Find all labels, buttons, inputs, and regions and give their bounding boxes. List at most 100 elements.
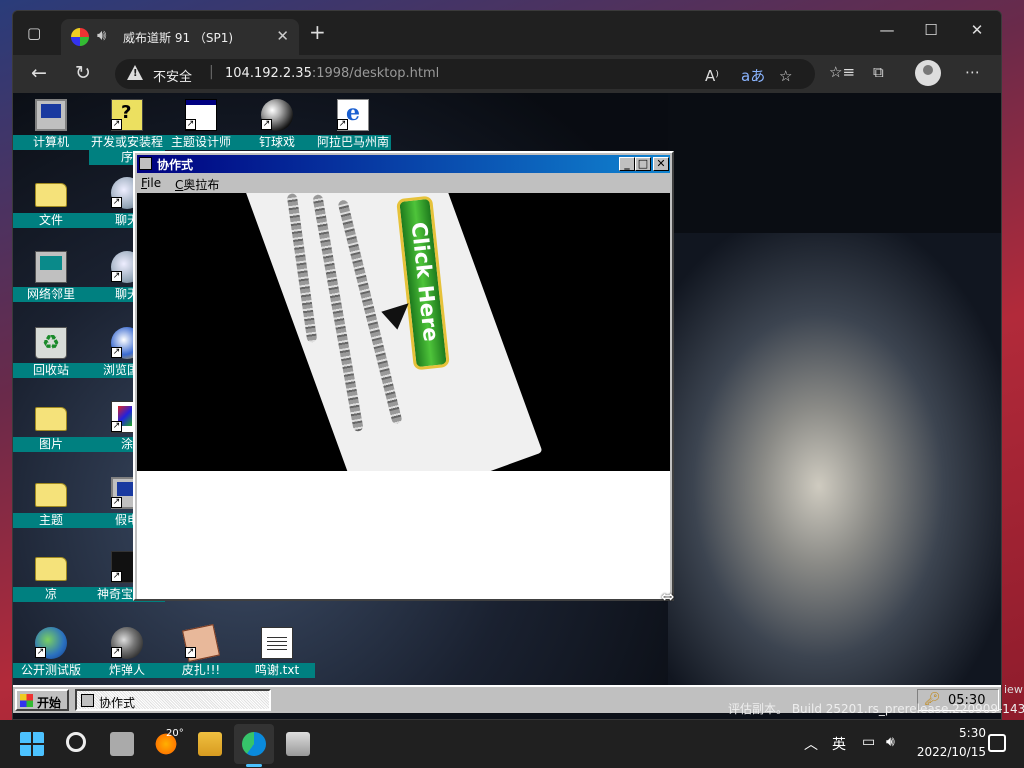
url-text[interactable]: 104.192.2.35:1998/desktop.html bbox=[225, 66, 439, 81]
icon-label: 皮扎!!! bbox=[163, 663, 239, 678]
shortcut-arrow-icon: ↗ bbox=[111, 421, 122, 432]
start-label: 开始 bbox=[37, 696, 62, 710]
back-icon[interactable]: ← bbox=[31, 63, 47, 83]
recycle-bin-icon bbox=[35, 327, 67, 359]
security-label[interactable]: 不安全 bbox=[153, 66, 192, 85]
active-indicator bbox=[246, 764, 262, 767]
folder-icon bbox=[35, 407, 67, 431]
window-content[interactable]: Click Here bbox=[137, 193, 670, 599]
folder-icon bbox=[35, 557, 67, 581]
weather-temp: 20° bbox=[166, 728, 184, 739]
volume-icon[interactable]: 🔊︎ bbox=[886, 734, 895, 750]
folder-icon bbox=[35, 483, 67, 507]
new-tab-icon[interactable]: + bbox=[309, 22, 326, 42]
wallpaper bbox=[668, 93, 1001, 253]
icon-label: 鸣谢.txt bbox=[239, 663, 315, 678]
speaker-icon[interactable]: 🔊︎ bbox=[97, 26, 106, 44]
system-date[interactable]: 2022/10/15 bbox=[912, 745, 986, 759]
tab-actions-icon[interactable]: ▢ bbox=[27, 25, 45, 41]
icon-label: 主题 bbox=[13, 513, 89, 528]
address-bar[interactable]: 不安全 | 104.192.2.35:1998/desktop.html A⁾ … bbox=[115, 59, 815, 89]
text-file-icon bbox=[261, 627, 293, 659]
chevron-up-icon[interactable]: ︿ bbox=[804, 734, 818, 754]
icon-label: 阿拉巴马州南 bbox=[315, 135, 391, 150]
profile-avatar[interactable] bbox=[915, 60, 941, 86]
shortcut-arrow-icon: ↗ bbox=[111, 197, 122, 208]
translate-icon[interactable]: aあ bbox=[741, 67, 765, 85]
watermark-line-2: 评估副本。 Build 25201.rs_prerelease.220909-1… bbox=[728, 702, 1024, 716]
minimize-icon[interactable]: _ bbox=[619, 157, 635, 171]
favorites-icon[interactable]: ☆≡ bbox=[829, 63, 855, 81]
close-window-icon[interactable]: ✕ bbox=[967, 21, 987, 39]
menu-file[interactable]: File bbox=[141, 176, 161, 190]
search-icon[interactable] bbox=[66, 732, 86, 752]
desktop-icon-cool[interactable]: 凉 bbox=[13, 551, 89, 623]
more-icon[interactable]: ⋯ bbox=[965, 63, 980, 81]
tab-bar: ▢ 🔊︎ 威布道斯 91 （SP1) ✕ + — ☐ ✕ bbox=[13, 11, 1001, 55]
window-app-icon bbox=[139, 157, 152, 170]
notification-icon[interactable] bbox=[988, 734, 1006, 752]
desktop-icon-themes[interactable]: 主题 bbox=[13, 477, 89, 549]
taskbar-item-label: 协作式 bbox=[99, 696, 136, 710]
emulated-desktop: 计算机 ↗ 开发或安装程序 ↗ 主题设计师 ↗ 钉球戏 ↗ 阿拉巴马州南 文件 bbox=[13, 93, 1001, 719]
url-path: :1998/desktop.html bbox=[311, 66, 440, 81]
maximize-icon[interactable]: ☐ bbox=[921, 21, 941, 39]
icon-label: 凉 bbox=[13, 587, 89, 602]
close-icon[interactable]: ✕ bbox=[653, 157, 669, 171]
add-favorite-icon[interactable]: ☆ bbox=[779, 67, 792, 85]
close-tab-icon[interactable]: ✕ bbox=[276, 27, 289, 45]
browser-window: ▢ 🔊︎ 威布道斯 91 （SP1) ✕ + — ☐ ✕ ← ↻ 不安全 | 1… bbox=[12, 10, 1002, 720]
window-app-icon bbox=[81, 694, 94, 707]
icon-label: 主题设计师 bbox=[163, 135, 239, 150]
store-icon[interactable] bbox=[286, 732, 310, 756]
warning-icon[interactable] bbox=[127, 65, 143, 80]
desktop-icon-recycle-bin[interactable]: 回收站 bbox=[13, 327, 89, 399]
shortcut-arrow-icon: ↗ bbox=[111, 119, 122, 130]
shortcut-arrow-icon: ↗ bbox=[261, 119, 272, 130]
minimize-icon[interactable]: — bbox=[877, 21, 897, 39]
shortcut-arrow-icon: ↗ bbox=[111, 571, 122, 582]
shortcut-arrow-icon: ↗ bbox=[111, 271, 122, 282]
tab-title: 威布道斯 91 （SP1) bbox=[123, 31, 234, 45]
game-canvas[interactable]: Click Here bbox=[137, 193, 670, 471]
favicon-icon bbox=[71, 28, 89, 46]
shortcut-arrow-icon: ↗ bbox=[185, 119, 196, 130]
maximize-icon[interactable]: □ bbox=[635, 157, 651, 171]
ime-indicator[interactable]: 英 bbox=[832, 734, 846, 754]
watermark-line-1: iew bbox=[1004, 683, 1023, 696]
icon-label: 钉球戏 bbox=[239, 135, 315, 150]
file-explorer-icon[interactable] bbox=[198, 732, 222, 756]
window-titlebar[interactable]: 协作式 _ □ ✕ bbox=[137, 155, 670, 173]
menu-collab[interactable]: C奥拉布 bbox=[175, 176, 219, 193]
system-time[interactable]: 5:30 bbox=[928, 726, 986, 740]
url-host: 104.192.2.35 bbox=[225, 66, 312, 81]
read-aloud-icon[interactable]: A⁾ bbox=[705, 67, 719, 85]
icon-label: 计算机 bbox=[13, 135, 89, 150]
wallpaper-clouds bbox=[668, 233, 1001, 693]
task-view-icon[interactable] bbox=[110, 732, 134, 756]
os-taskbar: 20° ︿ 英 ▭ 🔊︎ 5:30 2022/10/15 bbox=[0, 720, 1024, 768]
window-title: 协作式 bbox=[157, 158, 194, 172]
shortcut-arrow-icon: ↗ bbox=[111, 347, 122, 358]
network-icon bbox=[35, 251, 67, 283]
url-separator: | bbox=[209, 64, 214, 80]
start-button[interactable]: 开始 bbox=[15, 689, 69, 711]
icon-label: 回收站 bbox=[13, 363, 89, 378]
windows-start-icon[interactable] bbox=[20, 732, 44, 756]
tab-active[interactable]: 🔊︎ 威布道斯 91 （SP1) ✕ bbox=[61, 19, 299, 55]
folder-icon bbox=[35, 183, 67, 207]
address-bar-row: ← ↻ 不安全 | 104.192.2.35:1998/desktop.html… bbox=[13, 55, 1001, 93]
computer-icon bbox=[35, 99, 67, 131]
collections-icon[interactable]: ⧉ bbox=[873, 63, 884, 81]
taskbar-item-collab[interactable]: 协作式 bbox=[75, 689, 271, 711]
collab-window[interactable]: 协作式 _ □ ✕ File C奥拉布 Click Here bbox=[133, 151, 674, 601]
network-icon[interactable]: ▭ bbox=[862, 734, 875, 750]
edge-icon[interactable] bbox=[242, 732, 266, 756]
refresh-icon[interactable]: ↻ bbox=[75, 63, 91, 83]
desktop-icon-network[interactable]: 网络邻里 bbox=[13, 251, 89, 323]
desktop-icon-files[interactable]: 文件 bbox=[13, 177, 89, 249]
desktop-icon-computer[interactable]: 计算机 bbox=[13, 99, 89, 171]
windows-logo-icon bbox=[20, 694, 33, 707]
desktop-icon-pictures[interactable]: 图片 bbox=[13, 401, 89, 473]
icon-label: 文件 bbox=[13, 213, 89, 228]
